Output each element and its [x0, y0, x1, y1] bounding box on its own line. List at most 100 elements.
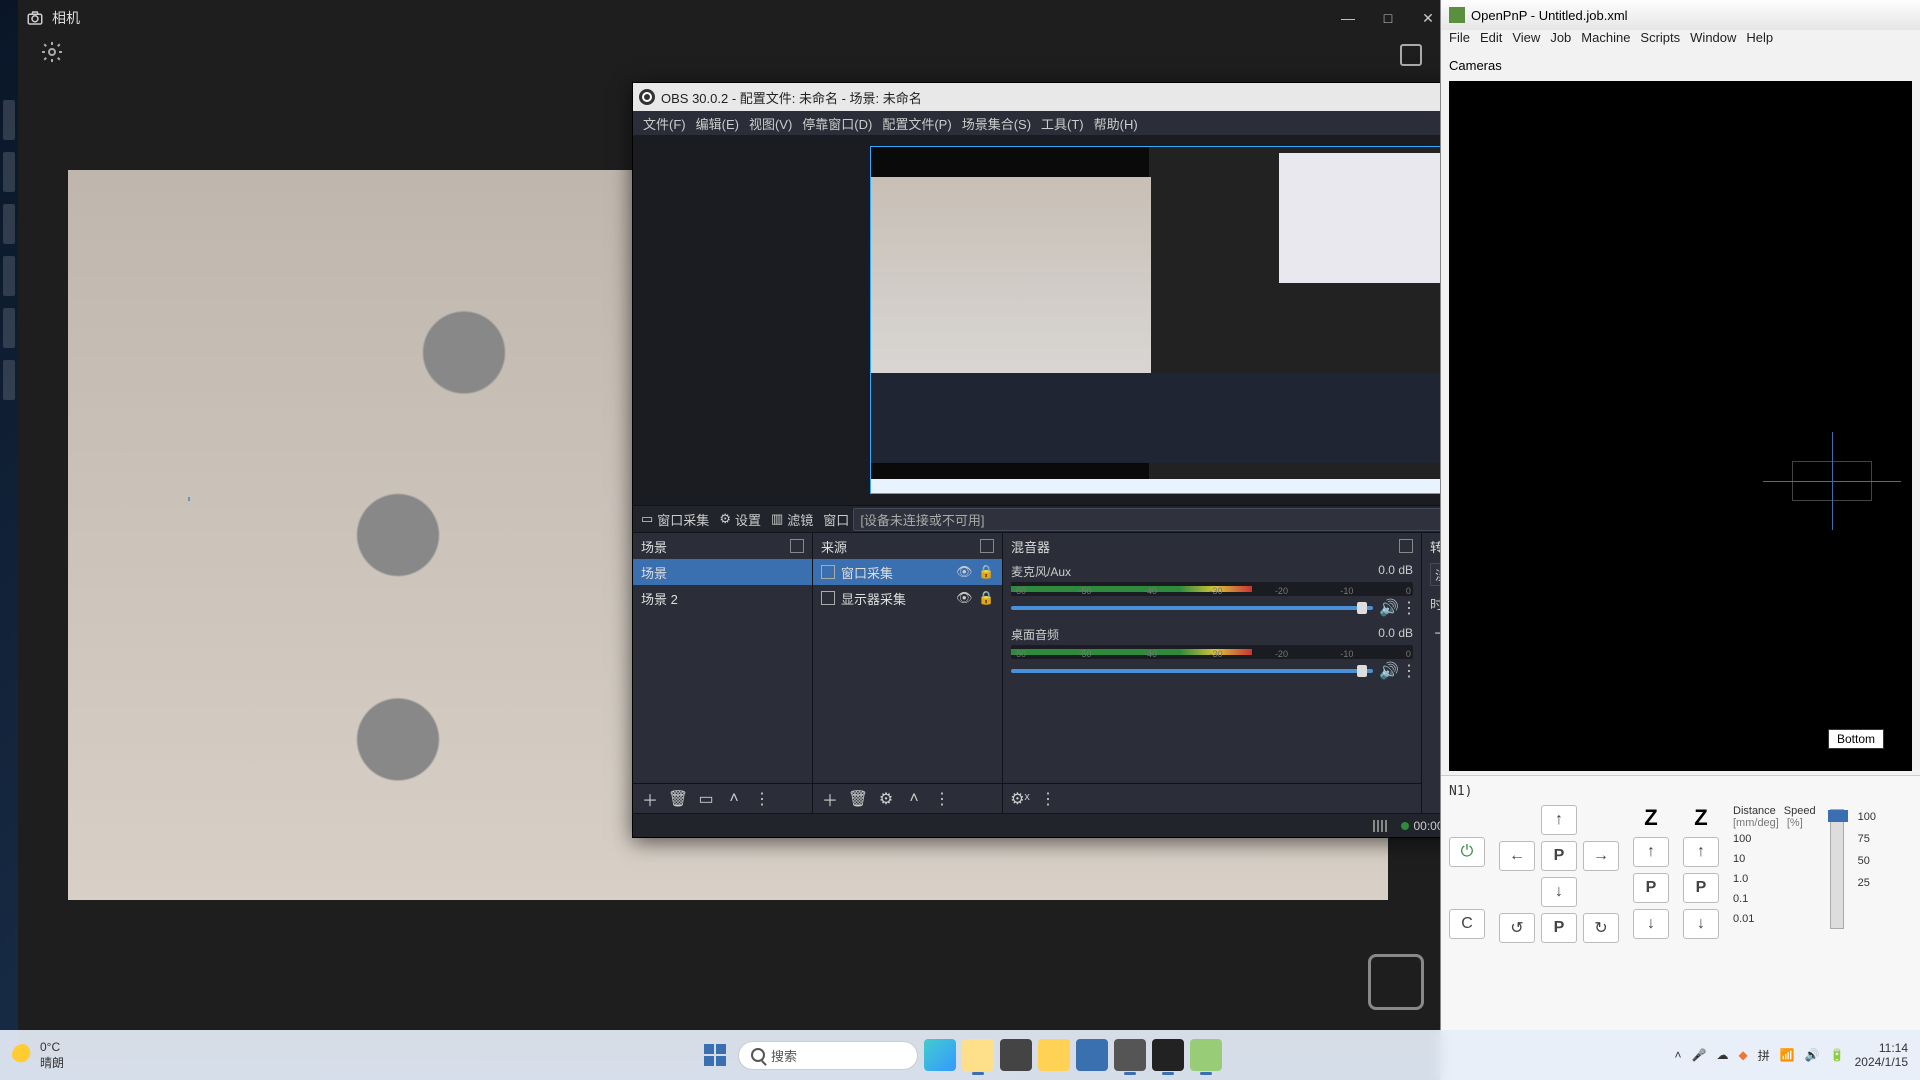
add-source-button[interactable]: ＋ — [819, 788, 841, 810]
menu-edit[interactable]: 编辑(E) — [696, 114, 739, 133]
openpnp-menubar[interactable]: File Edit View Job Machine Scripts Windo… — [1441, 30, 1920, 54]
camera-switch-icon[interactable] — [1400, 44, 1422, 66]
more-icon[interactable]: ⋮ — [1401, 598, 1413, 618]
distance-option[interactable]: 0.1 — [1733, 889, 1816, 909]
taskbar-app[interactable] — [1038, 1039, 1070, 1071]
distance-option[interactable]: 10 — [1733, 849, 1816, 869]
settings-label[interactable]: 设置 — [735, 510, 761, 529]
gear-icon[interactable]: ⚙ — [719, 511, 731, 527]
advanced-audio-button[interactable]: ⚙ˣ — [1009, 788, 1031, 810]
clock[interactable]: 11:14 2024/1/15 — [1855, 1041, 1908, 1070]
distance-option[interactable]: 1.0 — [1733, 869, 1816, 889]
preview-canvas[interactable] — [870, 146, 1490, 494]
speed-slider[interactable] — [1830, 809, 1844, 929]
shutter-button[interactable] — [1368, 954, 1424, 1010]
camera-titlebar[interactable]: 相机 — □ ✕ — [18, 0, 1456, 36]
park-c-button[interactable]: P — [1541, 913, 1577, 943]
menu-view[interactable]: View — [1512, 30, 1540, 54]
start-button[interactable] — [698, 1038, 732, 1072]
jog-z2-down-button[interactable]: ↓ — [1683, 909, 1719, 939]
menu-help[interactable]: Help — [1746, 30, 1773, 54]
taskbar-app-obs[interactable] — [1152, 1039, 1184, 1071]
filters-label[interactable]: 滤镜 — [787, 510, 813, 529]
visibility-toggle[interactable]: 👁 — [956, 590, 972, 606]
more-icon[interactable]: ⋮ — [1037, 788, 1059, 810]
popout-icon[interactable] — [1399, 539, 1413, 553]
power-button[interactable]: ⏻ — [1449, 837, 1485, 867]
chevron-up-icon[interactable]: ˄ — [1675, 1048, 1682, 1062]
source-item[interactable]: 显示器采集 👁 🔒 — [813, 585, 1002, 611]
add-scene-button[interactable]: ＋ — [639, 788, 661, 810]
search-box[interactable]: 搜索 — [738, 1041, 918, 1070]
menu-scene-collection[interactable]: 场景集合(S) — [962, 114, 1031, 133]
more-icon[interactable]: ⋮ — [1401, 661, 1413, 681]
scene-filter-button[interactable]: ▭ — [695, 788, 717, 810]
desktop-icon[interactable] — [3, 204, 15, 244]
camera-view[interactable]: Bottom — [1449, 81, 1912, 771]
desktop-icon[interactable] — [3, 100, 15, 140]
menu-help[interactable]: 帮助(H) — [1094, 114, 1138, 133]
menu-job[interactable]: Job — [1550, 30, 1571, 54]
desktop-icon[interactable] — [3, 308, 15, 348]
remove-source-button[interactable]: 🗑 — [847, 788, 869, 810]
distance-option[interactable]: 100 — [1733, 829, 1816, 849]
rotate-cw-button[interactable]: ↻ — [1583, 913, 1619, 943]
menu-window[interactable]: Window — [1690, 30, 1736, 54]
weather-widget[interactable]: 0°C 晴朗 — [12, 1040, 64, 1071]
move-up-button[interactable]: ˄ — [723, 788, 745, 810]
jog-down-button[interactable]: ↓ — [1541, 877, 1577, 907]
battery-icon[interactable]: 🔋 — [1830, 1048, 1845, 1062]
menu-machine[interactable]: Machine — [1581, 30, 1630, 54]
more-icon[interactable]: ⋮ — [931, 788, 953, 810]
wifi-icon[interactable]: 📶 — [1780, 1048, 1795, 1062]
taskbar-app-camera[interactable] — [1114, 1039, 1146, 1071]
taskbar-app[interactable] — [1076, 1039, 1108, 1071]
source-item[interactable]: 窗口采集 👁 🔒 — [813, 559, 1002, 585]
lock-toggle[interactable]: 🔒 — [978, 564, 994, 580]
speaker-icon[interactable]: 🔊 — [1379, 661, 1395, 681]
maximize-button[interactable]: □ — [1368, 10, 1408, 26]
clear-button[interactable]: C — [1449, 909, 1485, 939]
menu-scripts[interactable]: Scripts — [1640, 30, 1680, 54]
menu-file[interactable]: File — [1449, 30, 1470, 54]
park-xy-button[interactable]: P — [1541, 841, 1577, 871]
volume-icon[interactable]: 🔊 — [1805, 1048, 1820, 1062]
input-icon[interactable]: 拼 — [1758, 1047, 1770, 1064]
scene-item[interactable]: 场景 2 — [633, 585, 812, 611]
popout-icon[interactable] — [980, 539, 994, 553]
rotate-ccw-button[interactable]: ↺ — [1499, 913, 1535, 943]
scene-item[interactable]: 场景 — [633, 559, 812, 585]
taskbar-app[interactable] — [1000, 1039, 1032, 1071]
menu-profile[interactable]: 配置文件(P) — [882, 114, 951, 133]
filters-icon[interactable]: ▥ — [771, 511, 783, 527]
system-tray[interactable]: ˄ 🎤 ☁ ◆ 拼 📶 🔊 🔋 11:14 2024/1/15 — [1675, 1041, 1908, 1070]
move-up-button[interactable]: ˄ — [903, 788, 925, 810]
desktop-icon[interactable] — [3, 360, 15, 400]
taskbar[interactable]: 0°C 晴朗 搜索 ˄ 🎤 ☁ ◆ 拼 📶 🔊 🔋 11:14 2024/1/1… — [0, 1030, 1920, 1080]
openpnp-titlebar[interactable]: OpenPnP - Untitled.job.xml — [1441, 0, 1920, 30]
volume-slider[interactable] — [1011, 669, 1373, 673]
jog-z-up-button[interactable]: ↑ — [1633, 837, 1669, 867]
taskbar-app[interactable] — [924, 1039, 956, 1071]
menu-docks[interactable]: 停靠窗口(D) — [802, 114, 872, 133]
more-icon[interactable]: ⋮ — [751, 788, 773, 810]
desktop-icon[interactable] — [3, 256, 15, 296]
jog-right-button[interactable]: → — [1583, 841, 1619, 871]
onedrive-icon[interactable]: ☁ — [1717, 1048, 1729, 1062]
taskbar-app-explorer[interactable] — [962, 1039, 994, 1071]
park-z-button[interactable]: P — [1633, 873, 1669, 903]
camera-select[interactable]: Bottom — [1828, 729, 1884, 749]
popout-icon[interactable] — [790, 539, 804, 553]
park-z2-button[interactable]: P — [1683, 873, 1719, 903]
jog-z-down-button[interactable]: ↓ — [1633, 909, 1669, 939]
menu-view[interactable]: 视图(V) — [749, 114, 792, 133]
jog-up-button[interactable]: ↑ — [1541, 805, 1577, 835]
minimize-button[interactable]: — — [1328, 10, 1368, 26]
desktop-icon[interactable] — [3, 152, 15, 192]
jog-z2-up-button[interactable]: ↑ — [1683, 837, 1719, 867]
lock-toggle[interactable]: 🔒 — [978, 590, 994, 606]
gear-icon[interactable] — [40, 40, 64, 64]
mic-icon[interactable]: 🎤 — [1692, 1048, 1707, 1062]
remove-scene-button[interactable]: 🗑 — [667, 788, 689, 810]
source-settings-button[interactable]: ⚙ — [875, 788, 897, 810]
